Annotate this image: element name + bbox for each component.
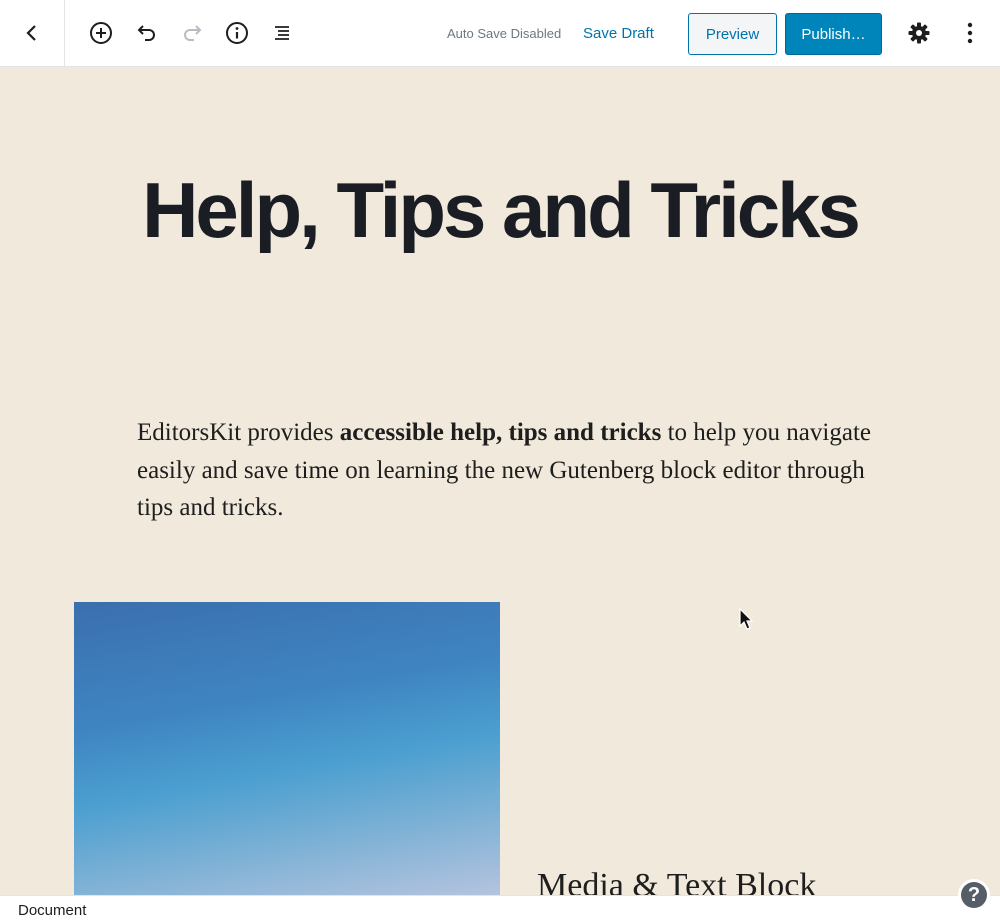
redo-button[interactable] [177, 18, 207, 48]
mouse-pointer-icon [739, 608, 754, 630]
breadcrumb-document[interactable]: Document [18, 902, 86, 920]
plus-circle-icon [90, 22, 112, 44]
undo-icon [137, 25, 155, 41]
more-vertical-icon [967, 22, 973, 44]
post-title[interactable]: Help, Tips and Tricks [0, 160, 1000, 260]
gear-icon [908, 22, 930, 44]
block-breadcrumb-bar: Document [0, 895, 1000, 922]
add-block-button[interactable] [86, 18, 116, 48]
block-navigation-button[interactable] [267, 18, 297, 48]
more-menu-button[interactable] [955, 18, 985, 48]
help-button[interactable]: ? [958, 879, 990, 911]
media-text-image[interactable] [74, 602, 500, 902]
publish-button[interactable]: Publish… [785, 13, 882, 55]
preview-button[interactable]: Preview [688, 13, 777, 55]
block-navigation-icon [275, 26, 289, 40]
chevron-left-icon [26, 25, 36, 41]
save-draft-button[interactable]: Save Draft [583, 24, 654, 44]
paragraph-block[interactable]: EditorsKit provides accessible help, tip… [137, 414, 877, 527]
help-icon: ? [961, 882, 987, 908]
content-info-button[interactable] [222, 18, 252, 48]
editor-header: Auto Save Disabled Save Draft Preview Pu… [0, 0, 1000, 67]
settings-button[interactable] [904, 18, 934, 48]
paragraph-text: EditorsKit provides [137, 419, 340, 446]
info-icon [226, 22, 248, 44]
redo-icon [184, 25, 202, 41]
paragraph-bold-text: accessible help, tips and tricks [339, 419, 662, 446]
back-button[interactable] [0, 0, 65, 66]
autosave-status: Auto Save Disabled [447, 26, 562, 41]
undo-button[interactable] [132, 18, 162, 48]
